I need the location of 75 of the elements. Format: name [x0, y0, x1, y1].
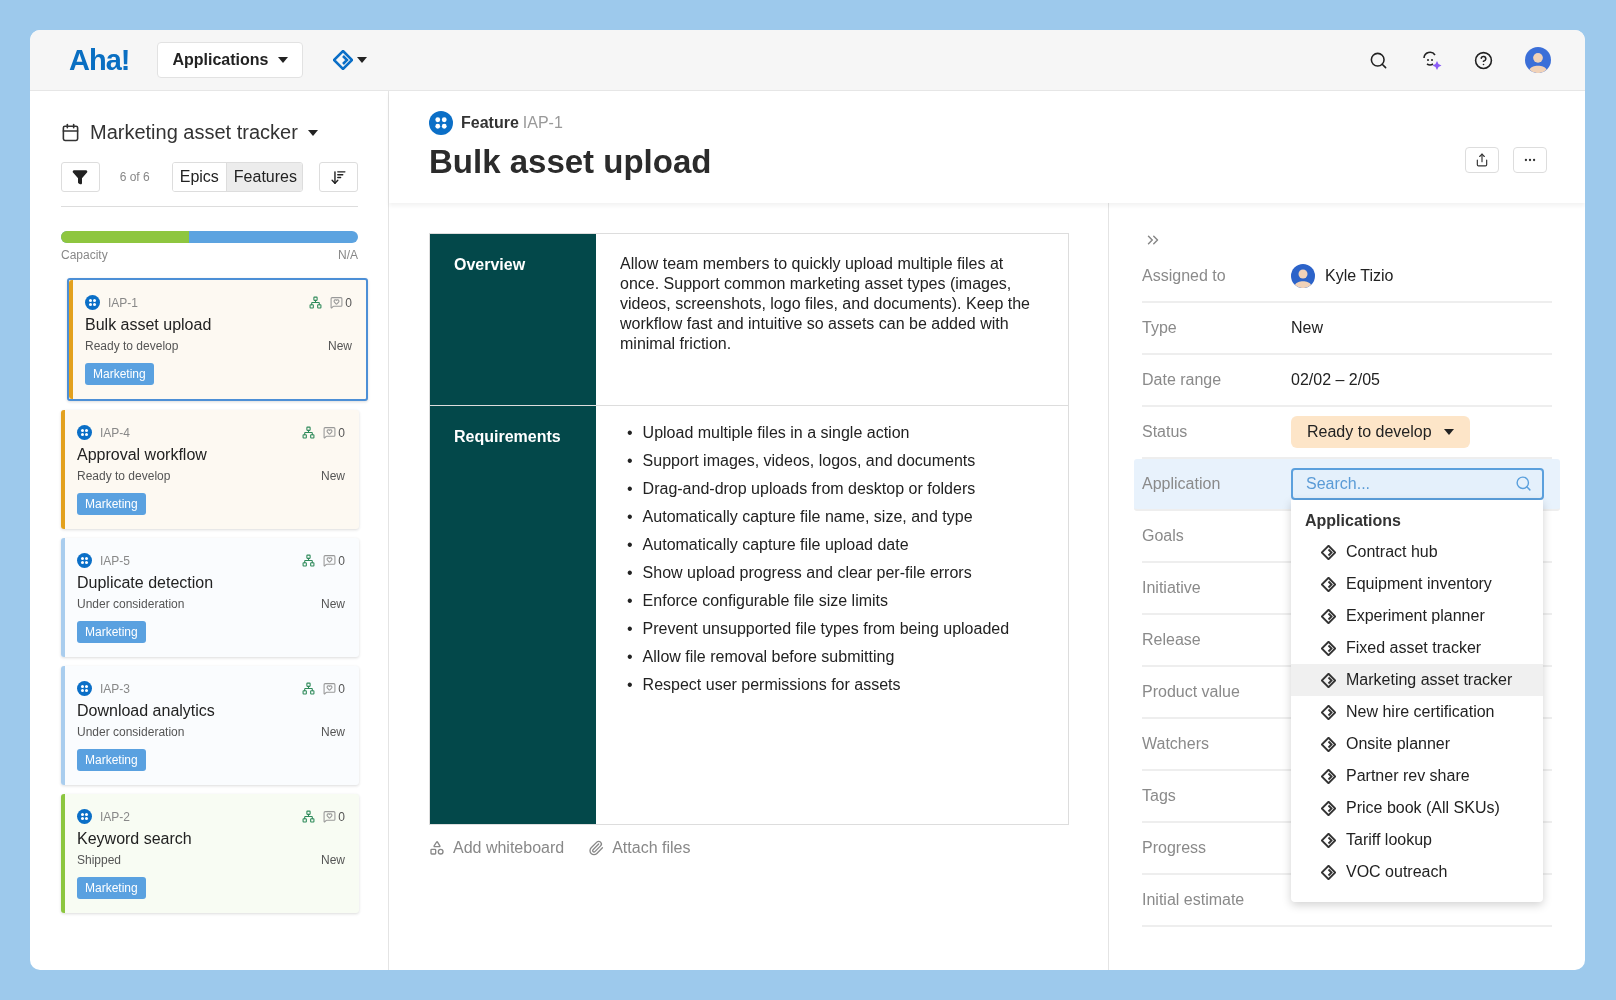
- requirement-item: Automatically capture file name, size, and type: [642, 507, 973, 527]
- capacity-label: Capacity: [61, 248, 108, 262]
- field-label: Date range: [1142, 371, 1223, 389]
- field-label: Product value: [1142, 683, 1241, 701]
- requirement-item: Upload multiple files in a single action: [642, 423, 910, 443]
- feature-status: Under consideration: [77, 725, 185, 739]
- feature-tag: Marketing: [77, 749, 146, 771]
- bullet: •: [627, 591, 633, 611]
- feature-status: Ready to develop: [85, 339, 179, 353]
- field-label: Release: [1142, 631, 1202, 649]
- feature-tag: Marketing: [77, 621, 146, 643]
- feature-type: New: [321, 853, 345, 867]
- requirement-item: Prevent unsupported file types from being uploaded: [642, 619, 1010, 639]
- field-label: Assigned to: [1142, 267, 1227, 285]
- record-title: Bulk asset upload: [429, 143, 713, 181]
- comment-count: 0: [338, 425, 345, 440]
- feature-tag: Marketing: [77, 493, 146, 515]
- feature-ref: IAP-1: [108, 295, 138, 310]
- field-label: Application: [1142, 475, 1222, 493]
- field-label: Status: [1142, 423, 1189, 441]
- section-heading: Requirements: [430, 406, 596, 824]
- requirement-item: Drag-and-drop uploads from desktop or folders: [642, 479, 976, 499]
- record-ref: IAP-1: [522, 114, 563, 132]
- feature-type: New: [321, 469, 345, 483]
- capacity-reading: N/A: [338, 248, 358, 262]
- comment-count: 0: [338, 553, 345, 568]
- feature-title: Duplicate detection: [77, 574, 215, 592]
- menu-heading: Applications: [1304, 512, 1402, 531]
- feature-type: New: [328, 339, 352, 353]
- section-text: Allow team members to quickly upload multiple files at once. Support common marketing asset types (images, videos, screenshots, logo files, and documents). Keep the workflow fast and intuitive so assets can be added with minimal friction.: [619, 254, 1031, 354]
- feature-ref: IAP-2: [100, 809, 130, 824]
- field-value: New: [1291, 319, 1323, 337]
- field-label: Initial estimate: [1142, 891, 1246, 909]
- feature-tag: Marketing: [85, 363, 154, 385]
- bullet: •: [627, 675, 633, 695]
- feature-status: Ready to develop: [77, 469, 171, 483]
- requirement-item: Support images, videos, logos, and documents: [642, 451, 976, 471]
- feature-type: New: [321, 725, 345, 739]
- bullet: •: [627, 647, 633, 667]
- feature-ref: IAP-3: [100, 681, 130, 696]
- field-label: Progress: [1142, 839, 1208, 857]
- requirement-item: Allow file removal before submitting: [642, 647, 895, 667]
- bullet: •: [627, 535, 633, 555]
- field-value: 02/02 – 2/05: [1291, 371, 1380, 389]
- record-count: 6 of 6: [119, 170, 150, 184]
- feature-type: New: [321, 597, 345, 611]
- comment-count: 0: [345, 295, 352, 310]
- feature-ref: IAP-4: [100, 425, 130, 440]
- feature-title: Keyword search: [77, 830, 193, 848]
- bullet: •: [627, 423, 633, 443]
- feature-ref: IAP-5: [100, 553, 130, 568]
- field-label: Tags: [1142, 787, 1177, 805]
- comment-count: 0: [338, 681, 345, 696]
- requirement-item: Show upload progress and clear per-file errors: [642, 563, 972, 583]
- section-heading: Overview: [430, 234, 596, 405]
- requirement-item: Respect user permissions for assets: [642, 675, 901, 695]
- feature-status: Under consideration: [77, 597, 185, 611]
- field-label: Goals: [1142, 527, 1185, 545]
- feature-title: Download analytics: [77, 702, 216, 720]
- requirement-item: Enforce configurable file size limits: [642, 591, 889, 611]
- bullet: •: [627, 479, 633, 499]
- feature-status: Shipped: [77, 853, 122, 867]
- requirement-item: Automatically capture file upload date: [642, 535, 909, 555]
- feature-title: Approval workflow: [77, 446, 208, 464]
- bullet: •: [627, 619, 633, 639]
- record-kind: Feature: [461, 114, 519, 132]
- comment-count: 0: [338, 809, 345, 824]
- feature-title: Bulk asset upload: [85, 316, 213, 334]
- field-label: Initiative: [1142, 579, 1202, 597]
- bullet: •: [627, 563, 633, 583]
- feature-tag: Marketing: [77, 877, 146, 899]
- bullet: •: [627, 507, 633, 527]
- field-label: Watchers: [1142, 735, 1210, 753]
- bullet: •: [627, 451, 633, 471]
- field-label: Type: [1142, 319, 1178, 337]
